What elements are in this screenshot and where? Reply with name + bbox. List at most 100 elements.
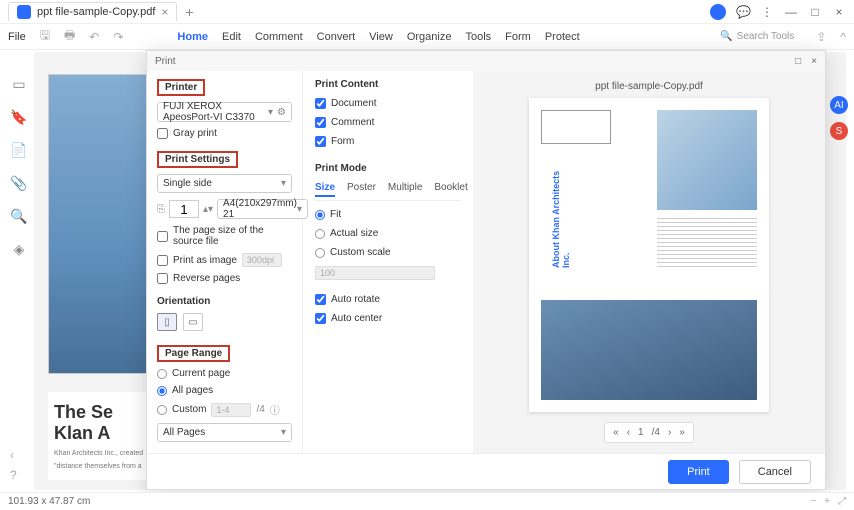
tab-home[interactable]: Home xyxy=(177,31,208,43)
tab-form[interactable]: Form xyxy=(505,31,531,43)
share-icon[interactable]: ⇪ xyxy=(816,30,826,44)
pager-first-icon[interactable]: « xyxy=(613,427,619,438)
chevron-down-icon: ▾ xyxy=(281,178,286,189)
file-menu[interactable]: File xyxy=(8,31,26,43)
zoom-in-icon[interactable]: + xyxy=(824,496,830,507)
dpi-value: 300dpi xyxy=(242,253,282,267)
print-settings-column: Printer FUJI XEROX ApeosPort-VI C3370 ▾ … xyxy=(147,71,303,453)
chevron-down-icon: ▾ xyxy=(268,107,273,118)
fit-width-icon[interactable]: ⤢ xyxy=(838,496,846,507)
pager-next-icon[interactable]: › xyxy=(668,427,671,438)
dialog-close-icon[interactable]: × xyxy=(811,56,817,67)
preview-pager: « ‹ 1/4 › » xyxy=(604,422,694,443)
tab-protect[interactable]: Protect xyxy=(545,31,580,43)
ribbon-tabs: Home Edit Comment Convert View Organize … xyxy=(177,31,579,43)
printer-settings-icon[interactable]: ⚙ xyxy=(277,107,286,118)
status-bar: 101.93 x 47.87 cm − + ⤢ xyxy=(0,492,854,510)
add-tab-button[interactable]: + xyxy=(185,4,193,20)
orientation-portrait[interactable]: ▯ xyxy=(157,313,177,331)
range-current-radio[interactable]: Current page xyxy=(157,368,292,379)
tab-comment[interactable]: Comment xyxy=(255,31,303,43)
collapse-icon[interactable]: ^ xyxy=(840,30,846,44)
cancel-button[interactable]: Cancel xyxy=(739,460,811,484)
magnify-icon[interactable]: 🔍 xyxy=(10,208,27,225)
stepper-buttons[interactable]: ▴▾ xyxy=(203,204,213,215)
orientation-landscape[interactable]: ▭ xyxy=(183,313,203,331)
tab-organize[interactable]: Organize xyxy=(407,31,452,43)
mode-tab-poster[interactable]: Poster xyxy=(347,182,376,197)
all-pages-select[interactable]: All Pages▾ xyxy=(157,423,292,442)
stamp-tool-icon[interactable]: S xyxy=(830,122,848,140)
bookmark-icon[interactable]: 🔖 xyxy=(10,109,27,126)
mode-tab-booklet[interactable]: Booklet xyxy=(434,182,467,197)
close-window-icon[interactable]: × xyxy=(832,5,846,19)
print-content-label: Print Content xyxy=(315,79,461,90)
preview-text-block xyxy=(657,218,757,268)
tab-view[interactable]: View xyxy=(369,31,393,43)
zoom-out-icon[interactable]: − xyxy=(810,496,816,507)
preview-image-1 xyxy=(657,110,757,210)
user-avatar-icon[interactable] xyxy=(710,4,726,20)
print-icon[interactable]: 🖶 xyxy=(64,26,75,47)
print-mode-label: Print Mode xyxy=(315,163,461,174)
undo-icon[interactable]: ↶ xyxy=(89,30,99,44)
collapse-left-icon[interactable]: ‹ xyxy=(10,448,14,462)
right-float-tools: AI S xyxy=(830,96,848,140)
actual-size-radio[interactable]: Actual size xyxy=(315,228,461,239)
info-icon[interactable]: ⓘ xyxy=(270,402,280,417)
menu-icon[interactable]: ⋮ xyxy=(760,5,774,19)
tab-convert[interactable]: Convert xyxy=(317,31,356,43)
layers-icon[interactable]: ◈ xyxy=(14,241,25,258)
note-icon[interactable]: 📄 xyxy=(10,142,27,159)
mode-tab-multiple[interactable]: Multiple xyxy=(388,182,422,197)
document-tab[interactable]: ppt file-sample-Copy.pdf × xyxy=(8,2,177,21)
attach-icon[interactable]: 📎 xyxy=(10,175,27,192)
page-range-section-label: Page Range xyxy=(157,345,230,362)
help-icon[interactable]: ? xyxy=(10,468,17,482)
pager-prev-icon[interactable]: ‹ xyxy=(627,427,630,438)
dialog-title: Print xyxy=(155,56,176,67)
tab-title: ppt file-sample-Copy.pdf xyxy=(37,6,155,18)
mode-tabs: Size Poster Multiple Booklet xyxy=(315,182,461,201)
close-icon[interactable]: × xyxy=(161,5,168,19)
ai-tool-icon[interactable]: AI xyxy=(830,96,848,114)
range-custom-radio[interactable]: Custom 1-4 /4 ⓘ xyxy=(157,402,292,417)
page-icon[interactable]: ▭ xyxy=(12,76,25,93)
search-tools[interactable]: 🔍 Search Tools xyxy=(720,31,794,42)
printer-section-label: Printer xyxy=(157,79,205,96)
content-document-checkbox[interactable]: Document xyxy=(315,98,461,109)
copies-icon: ⎘ xyxy=(157,204,165,215)
minimize-icon[interactable]: — xyxy=(784,5,798,19)
gray-print-checkbox[interactable]: Gray print xyxy=(157,128,292,139)
redo-icon[interactable]: ↷ xyxy=(113,30,123,44)
content-comment-checkbox[interactable]: Comment xyxy=(315,117,461,128)
pager-total: /4 xyxy=(652,427,660,438)
maximize-icon[interactable]: □ xyxy=(808,5,822,19)
tab-edit[interactable]: Edit xyxy=(222,31,241,43)
auto-rotate-checkbox[interactable]: Auto rotate xyxy=(315,294,461,305)
source-size-checkbox[interactable]: The page size of the source file xyxy=(157,225,292,247)
document-page xyxy=(48,74,150,374)
reverse-pages-checkbox[interactable]: Reverse pages xyxy=(157,273,292,284)
preview-page: About Khan Architects Inc. xyxy=(529,98,769,412)
chat-icon[interactable]: 💬 xyxy=(736,5,750,19)
sides-select[interactable]: Single side▾ xyxy=(157,174,292,193)
preview-column: ppt file-sample-Copy.pdf About Khan Arch… xyxy=(473,71,825,453)
pager-last-icon[interactable]: » xyxy=(679,427,685,438)
paper-select[interactable]: A4(210x297mm) 21▾ xyxy=(217,199,308,219)
fit-radio[interactable]: Fit xyxy=(315,209,461,220)
copies-input[interactable] xyxy=(169,200,199,218)
mode-tab-size[interactable]: Size xyxy=(315,182,335,197)
print-button[interactable]: Print xyxy=(668,460,729,484)
save-icon[interactable]: 🖫 xyxy=(40,26,50,47)
left-sidebar: ▭ 🔖 📄 📎 🔍 ◈ xyxy=(6,76,32,258)
custom-scale-radio[interactable]: Custom scale xyxy=(315,247,461,258)
print-as-image-checkbox[interactable]: Print as image 300dpi xyxy=(157,253,292,267)
range-all-radio[interactable]: All pages xyxy=(157,385,292,396)
orientation-label: Orientation xyxy=(157,296,292,307)
printer-select[interactable]: FUJI XEROX ApeosPort-VI C3370 ▾ ⚙ xyxy=(157,102,292,122)
dialog-maximize-icon[interactable]: □ xyxy=(795,56,801,67)
content-form-checkbox[interactable]: Form xyxy=(315,136,461,147)
auto-center-checkbox[interactable]: Auto center xyxy=(315,313,461,324)
tab-tools[interactable]: Tools xyxy=(465,31,491,43)
